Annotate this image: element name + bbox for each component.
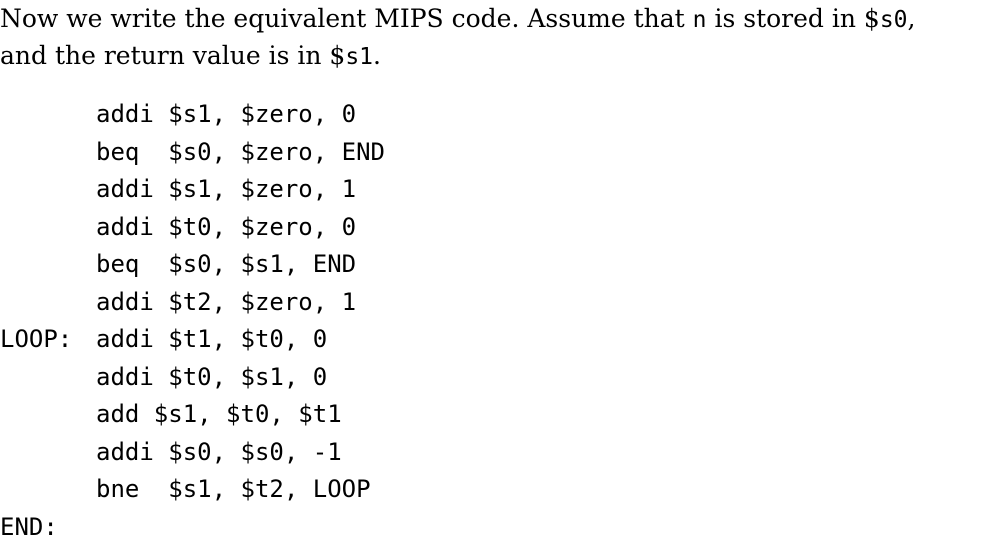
code-label: LOOP: [0, 321, 72, 359]
code-label: END: [0, 509, 58, 546]
code-instruction: addi $t2, $zero, 1 [96, 284, 356, 322]
code-instruction: beq $s0, $zero, END [96, 134, 385, 172]
code-instruction: addi $t0, $zero, 0 [96, 209, 356, 247]
intro-text: and the return value is in $ [0, 41, 345, 70]
mips-code-block: addi $s1, $zero, 0beq $s0, $zero, ENDadd… [0, 96, 995, 546]
variable-name: n [693, 7, 707, 33]
code-instruction: addi $t1, $t0, 0 [96, 321, 327, 359]
register-name: s1 [345, 44, 373, 70]
intro-text: is stored in $ [707, 4, 880, 33]
code-instruction: addi $s1, $zero, 1 [96, 171, 356, 209]
code-instruction: add $s1, $t0, $t1 [96, 396, 342, 434]
code-instruction: beq $s0, $s1, END [96, 246, 356, 284]
intro-paragraph: Now we write the equivalent MIPS code. A… [0, 0, 995, 74]
code-instruction: addi $t0, $s1, 0 [96, 359, 327, 397]
code-instruction: bne $s1, $t2, LOOP [96, 471, 371, 509]
code-line: addi $s0, $s0, -1 [0, 434, 995, 472]
code-line: addi $s1, $zero, 1 [0, 171, 995, 209]
intro-line-1: Now we write the equivalent MIPS code. A… [0, 0, 995, 37]
document-page: Now we write the equivalent MIPS code. A… [0, 0, 995, 538]
code-instruction: addi $s0, $s0, -1 [96, 434, 342, 472]
code-line: addi $s1, $zero, 0 [0, 96, 995, 134]
intro-text: Now we write the equivalent MIPS code. A… [0, 4, 693, 33]
code-line: END: [0, 509, 995, 546]
intro-line-2: and the return value is in $s1. [0, 37, 995, 74]
code-line: add $s1, $t0, $t1 [0, 396, 995, 434]
code-instruction: addi $s1, $zero, 0 [96, 96, 356, 134]
intro-text: , [908, 4, 916, 33]
code-line: bne $s1, $t2, LOOP [0, 471, 995, 509]
code-line: beq $s0, $s1, END [0, 246, 995, 284]
code-line: addi $t0, $zero, 0 [0, 209, 995, 247]
register-name: s0 [880, 7, 908, 33]
code-line: addi $t0, $s1, 0 [0, 359, 995, 397]
code-line: beq $s0, $zero, END [0, 134, 995, 172]
code-line: LOOP: addi $t1, $t0, 0 [0, 321, 995, 359]
intro-text: . [373, 41, 381, 70]
code-line: addi $t2, $zero, 1 [0, 284, 995, 322]
